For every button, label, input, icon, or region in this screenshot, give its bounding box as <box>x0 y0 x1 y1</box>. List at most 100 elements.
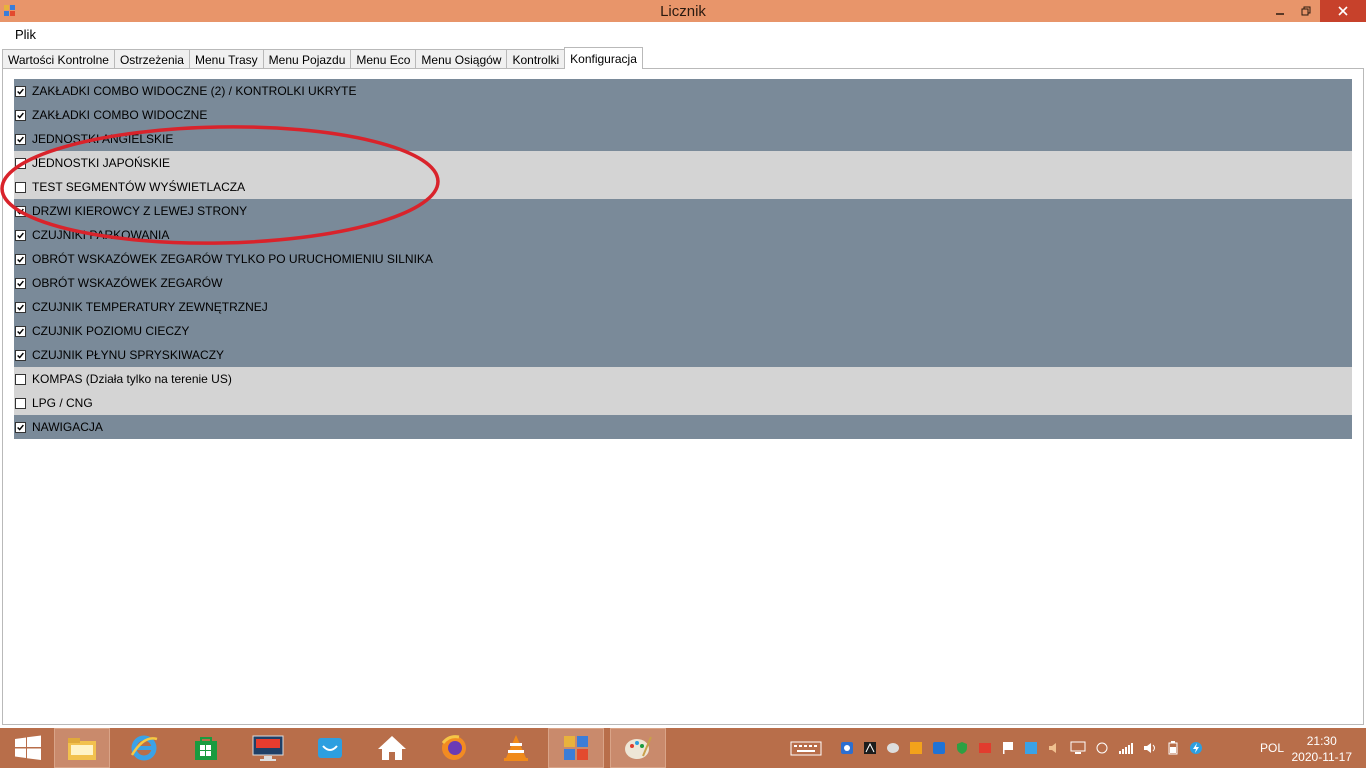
windows-logo-icon <box>15 735 41 760</box>
tray-shield-icon[interactable] <box>955 741 969 755</box>
taskbar: POL 21:30 2020-11-17 <box>0 728 1366 768</box>
config-label: JEDNOSTKI ANGIELSKIE <box>32 132 174 146</box>
restore-button[interactable] <box>1292 0 1320 22</box>
config-row[interactable]: OBRÓT WSKAZÓWEK ZEGARÓW TYLKO PO URUCHOM… <box>14 247 1352 271</box>
config-row[interactable]: CZUJNIKI PARKOWANIA <box>14 223 1352 247</box>
config-checkbox[interactable] <box>15 85 26 97</box>
config-row[interactable]: CZUJNIK POZIOMU CIECZY <box>14 319 1352 343</box>
config-checkbox[interactable] <box>15 205 26 217</box>
config-checkbox[interactable] <box>15 181 26 193</box>
network-signal-icon[interactable] <box>1118 741 1134 755</box>
config-checkbox[interactable] <box>15 133 26 145</box>
checkmark-icon <box>17 304 24 311</box>
tray-app-icon-2[interactable] <box>863 741 877 755</box>
config-checkbox[interactable] <box>15 301 26 313</box>
taskbar-store[interactable] <box>178 728 234 768</box>
start-button[interactable] <box>0 728 56 768</box>
config-label: JEDNOSTKI JAPOŃSKIE <box>32 156 171 170</box>
tab-menu-eco[interactable]: Menu Eco <box>350 49 417 69</box>
taskbar-file-explorer[interactable] <box>54 728 110 768</box>
config-row[interactable]: JEDNOSTKI ANGIELSKIE <box>14 127 1352 151</box>
tab-wartości-kontrolne[interactable]: Wartości Kontrolne <box>2 49 115 69</box>
tray-app-icon-1[interactable] <box>840 741 854 755</box>
tray-lightning-icon[interactable] <box>1189 741 1203 755</box>
config-checkbox[interactable] <box>15 373 26 385</box>
clock-time: 21:30 <box>1306 734 1337 748</box>
config-row[interactable]: KOMPAS (Działa tylko na terenie US) <box>14 367 1352 391</box>
tab-kontrolki[interactable]: Kontrolki <box>506 49 566 69</box>
taskbar-internet-explorer[interactable] <box>116 728 172 768</box>
checkmark-icon <box>17 136 24 143</box>
config-row[interactable]: NAWIGACJA <box>14 415 1352 439</box>
taskbar-lenovo[interactable] <box>240 728 296 768</box>
taskbar-home[interactable] <box>364 728 420 768</box>
checkmark-icon <box>17 88 24 95</box>
config-row[interactable]: JEDNOSTKI JAPOŃSKIE <box>14 151 1352 175</box>
close-icon <box>1338 6 1348 16</box>
config-checkbox[interactable] <box>15 421 26 433</box>
volume-icon[interactable] <box>1143 741 1157 755</box>
checkmark-icon <box>17 280 24 287</box>
tab-menu-trasy[interactable]: Menu Trasy <box>188 49 264 69</box>
mail-icon <box>318 738 342 758</box>
config-row[interactable]: DRZWI KIEROWCY Z LEWEJ STRONY <box>14 199 1352 223</box>
config-label: LPG / CNG <box>32 396 93 410</box>
config-row[interactable]: ZAKŁADKI COMBO WIDOCZNE (2) / KONTROLKI … <box>14 79 1352 103</box>
config-label: NAWIGACJA <box>32 420 103 434</box>
battery-icon[interactable] <box>1166 741 1180 755</box>
file-explorer-icon <box>68 738 96 760</box>
minimize-button[interactable] <box>1266 0 1294 22</box>
close-button[interactable] <box>1320 0 1366 22</box>
language-indicator[interactable]: POL <box>1260 741 1284 755</box>
tray-app-icon-3[interactable] <box>886 741 900 755</box>
clock[interactable]: 21:30 2020-11-17 <box>1292 733 1353 765</box>
tab-menu-pojazdu[interactable]: Menu Pojazdu <box>262 49 352 69</box>
store-icon <box>195 737 217 760</box>
config-checkbox[interactable] <box>15 397 26 409</box>
tray-app-icon-6[interactable] <box>978 741 992 755</box>
checkmark-icon <box>17 112 24 119</box>
config-row[interactable]: TEST SEGMENTÓW WYŚWIETLACZA <box>14 175 1352 199</box>
config-checkbox[interactable] <box>15 253 26 265</box>
tray-mute-icon[interactable] <box>1047 741 1061 755</box>
config-label: KOMPAS (Działa tylko na terenie US) <box>32 372 232 386</box>
config-row[interactable]: OBRÓT WSKAZÓWEK ZEGARÓW <box>14 271 1352 295</box>
system-tray <box>790 740 1203 756</box>
config-label: OBRÓT WSKAZÓWEK ZEGARÓW <box>32 276 223 290</box>
tab-menu-osiągów[interactable]: Menu Osiągów <box>415 49 508 69</box>
tray-app-icon-5[interactable] <box>932 741 946 755</box>
taskbar-firefox[interactable] <box>426 728 482 768</box>
tray-app-icon-4[interactable] <box>909 741 923 755</box>
config-row[interactable]: CZUJNIK PŁYNU SPRYSKIWACZY <box>14 343 1352 367</box>
tray-app-icon-8[interactable] <box>1095 741 1109 755</box>
internet-explorer-icon <box>130 735 158 761</box>
taskbar-paint[interactable] <box>610 728 666 768</box>
config-row[interactable]: ZAKŁADKI COMBO WIDOCZNE <box>14 103 1352 127</box>
config-checkbox[interactable] <box>15 109 26 121</box>
tray-app-icon-7[interactable] <box>1024 741 1038 755</box>
config-row[interactable]: CZUJNIK TEMPERATURY ZEWNĘTRZNEJ <box>14 295 1352 319</box>
tray-display-icon[interactable] <box>1070 741 1086 755</box>
config-checkbox[interactable] <box>15 157 26 169</box>
checkmark-icon <box>17 328 24 335</box>
config-label: ZAKŁADKI COMBO WIDOCZNE (2) / KONTROLKI … <box>32 84 357 98</box>
lenovo-icon <box>252 735 284 761</box>
menu-file[interactable]: Plik <box>15 27 36 42</box>
tray-flag-icon[interactable] <box>1001 741 1015 755</box>
config-row[interactable]: LPG / CNG <box>14 391 1352 415</box>
tab-strip: Wartości Kontrolne Ostrzeżenia Menu Trasy M… <box>2 47 643 69</box>
config-checkbox[interactable] <box>15 277 26 289</box>
taskbar-vlc[interactable] <box>488 728 544 768</box>
taskbar-mail[interactable] <box>302 728 358 768</box>
checkmark-icon <box>17 208 24 215</box>
tab-ostrzeżenia[interactable]: Ostrzeżenia <box>113 49 190 69</box>
taskbar-licznik-app[interactable] <box>548 728 604 768</box>
config-checkbox[interactable] <box>15 325 26 337</box>
menu-bar: Plik <box>0 22 1366 46</box>
window-title: Licznik <box>660 3 706 20</box>
touch-keyboard-icon[interactable] <box>790 740 822 756</box>
config-label: DRZWI KIEROWCY Z LEWEJ STRONY <box>32 204 248 218</box>
tab-konfiguracja[interactable]: Konfiguracja <box>564 47 643 69</box>
config-checkbox[interactable] <box>15 349 26 361</box>
config-checkbox[interactable] <box>15 229 26 241</box>
